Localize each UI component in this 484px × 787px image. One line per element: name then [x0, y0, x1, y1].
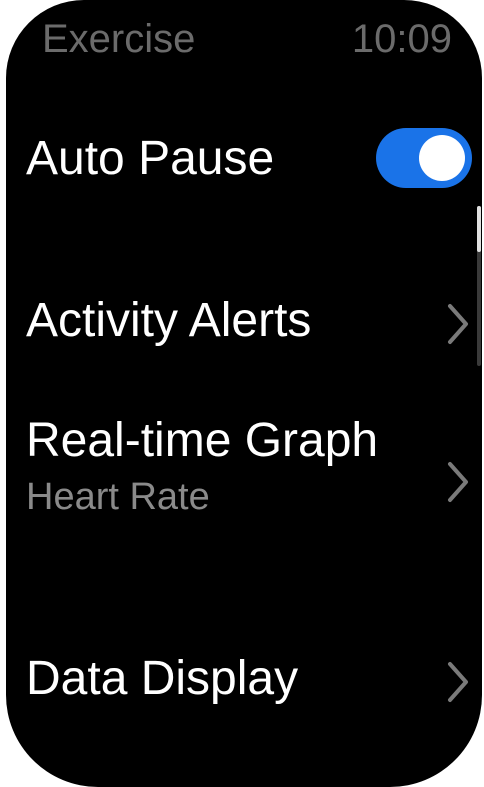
watch-screen: Exercise 10:09 Auto Pause Activity Alert…	[6, 0, 482, 787]
chevron-right-icon[interactable]	[446, 658, 470, 706]
realtime-graph-label: Real-time Graph	[26, 414, 379, 467]
chevron-right-icon[interactable]	[446, 458, 470, 506]
chevron-right-icon[interactable]	[446, 300, 470, 348]
scrollbar[interactable]	[477, 206, 481, 366]
scrollbar-thumb[interactable]	[477, 206, 481, 252]
data-display-setting[interactable]: Data Display	[26, 648, 482, 710]
auto-pause-toggle[interactable]	[376, 128, 472, 188]
realtime-graph-setting[interactable]: Real-time Graph Heart Rate	[26, 408, 406, 520]
data-display-label: Data Display	[26, 652, 299, 705]
realtime-graph-value: Heart Rate	[26, 476, 210, 518]
toggle-knob	[419, 135, 465, 181]
activity-alerts-setting[interactable]: Activity Alerts	[26, 290, 482, 352]
status-bar: Exercise 10:09	[6, 0, 482, 70]
screen-title: Exercise	[42, 17, 196, 61]
clock-time: 10:09	[351, 17, 452, 61]
activity-alerts-label: Activity Alerts	[26, 294, 312, 347]
